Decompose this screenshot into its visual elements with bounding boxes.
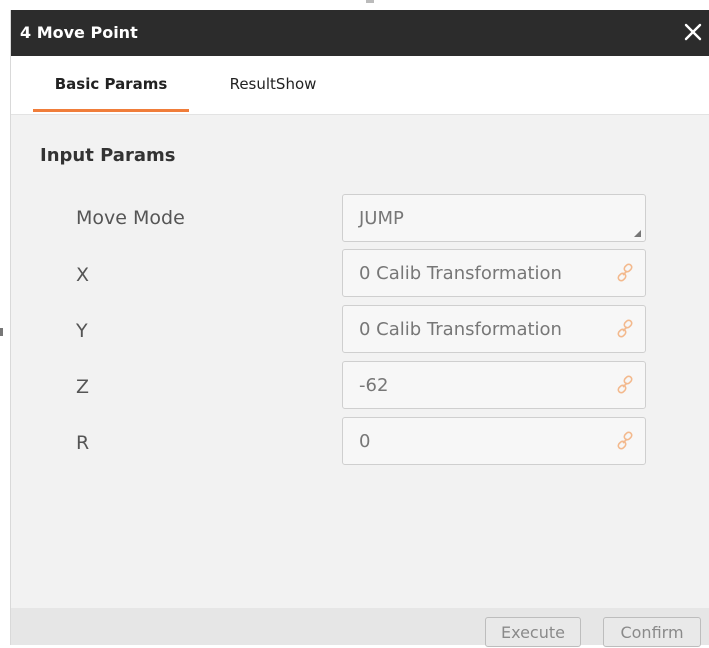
link-icon[interactable] [615, 263, 635, 283]
z-label: Z [76, 376, 90, 398]
drag-grip[interactable] [366, 0, 374, 3]
move-point-dialog: 4 Move Point Basic Params ResultShow Inp… [10, 10, 709, 647]
move-mode-select[interactable]: JUMP [342, 194, 646, 242]
r-field[interactable]: 0 [342, 417, 646, 465]
r-value: 0 [359, 431, 371, 452]
title-bar[interactable]: 4 Move Point [11, 10, 709, 56]
move-mode-label: Move Mode [76, 207, 185, 229]
link-icon[interactable] [615, 375, 635, 395]
x-value: 0 Calib Transformation [359, 263, 562, 284]
section-title: Input Params [40, 145, 176, 166]
tab-basic-params[interactable]: Basic Params [33, 56, 189, 112]
link-icon[interactable] [615, 431, 635, 451]
y-label: Y [76, 320, 88, 342]
dialog-footer: Execute Confirm [11, 608, 709, 647]
x-field[interactable]: 0 Calib Transformation [342, 249, 646, 297]
window-edge-marker [0, 328, 3, 336]
y-field[interactable]: 0 Calib Transformation [342, 305, 646, 353]
basic-params-panel: Input Params Move Mode JUMP X 0 Calib Tr… [11, 115, 709, 608]
close-icon[interactable] [680, 19, 706, 45]
tab-result-show[interactable]: ResultShow [209, 56, 337, 112]
x-label: X [76, 264, 90, 286]
z-value: -62 [359, 375, 389, 396]
execute-button[interactable]: Execute [485, 617, 581, 647]
dropdown-corner-icon [634, 230, 641, 237]
z-field[interactable]: -62 [342, 361, 646, 409]
confirm-button[interactable]: Confirm [603, 617, 701, 647]
dialog-title: 4 Move Point [20, 23, 138, 42]
move-mode-value: JUMP [359, 208, 404, 229]
y-value: 0 Calib Transformation [359, 319, 562, 340]
link-icon[interactable] [615, 319, 635, 339]
r-label: R [76, 432, 90, 454]
tab-bar: Basic Params ResultShow [11, 56, 709, 115]
